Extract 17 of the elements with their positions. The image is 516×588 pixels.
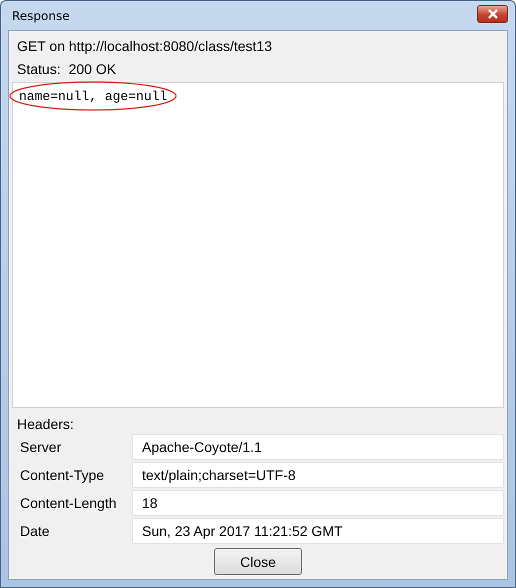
response-body-area[interactable]: name=null, age=null [12,82,504,408]
header-value-field[interactable]: 18 [132,490,504,516]
window-title: Response [11,8,70,22]
header-value-field[interactable]: Apache-Coyote/1.1 [132,434,504,460]
close-icon[interactable] [477,4,508,22]
headers-label: Headers: [16,415,75,434]
header-name: Content-Type [20,467,106,483]
header-name: Server [20,439,62,455]
header-value-field[interactable]: text/plain;charset=UTF-8 [132,462,504,488]
status-label: Status: [17,60,61,76]
header-name: Content-Length [20,495,118,511]
close-button[interactable]: Close [214,548,302,575]
status-value: 200 OK [68,60,116,76]
header-value-field[interactable]: Sun, 23 Apr 2017 11:21:52 GMT [132,518,504,544]
header-name: Date [20,523,51,539]
response-body-text: name=null, age=null [19,89,168,104]
request-line: GET on http://localhost:8080/class/test13 [17,38,272,54]
